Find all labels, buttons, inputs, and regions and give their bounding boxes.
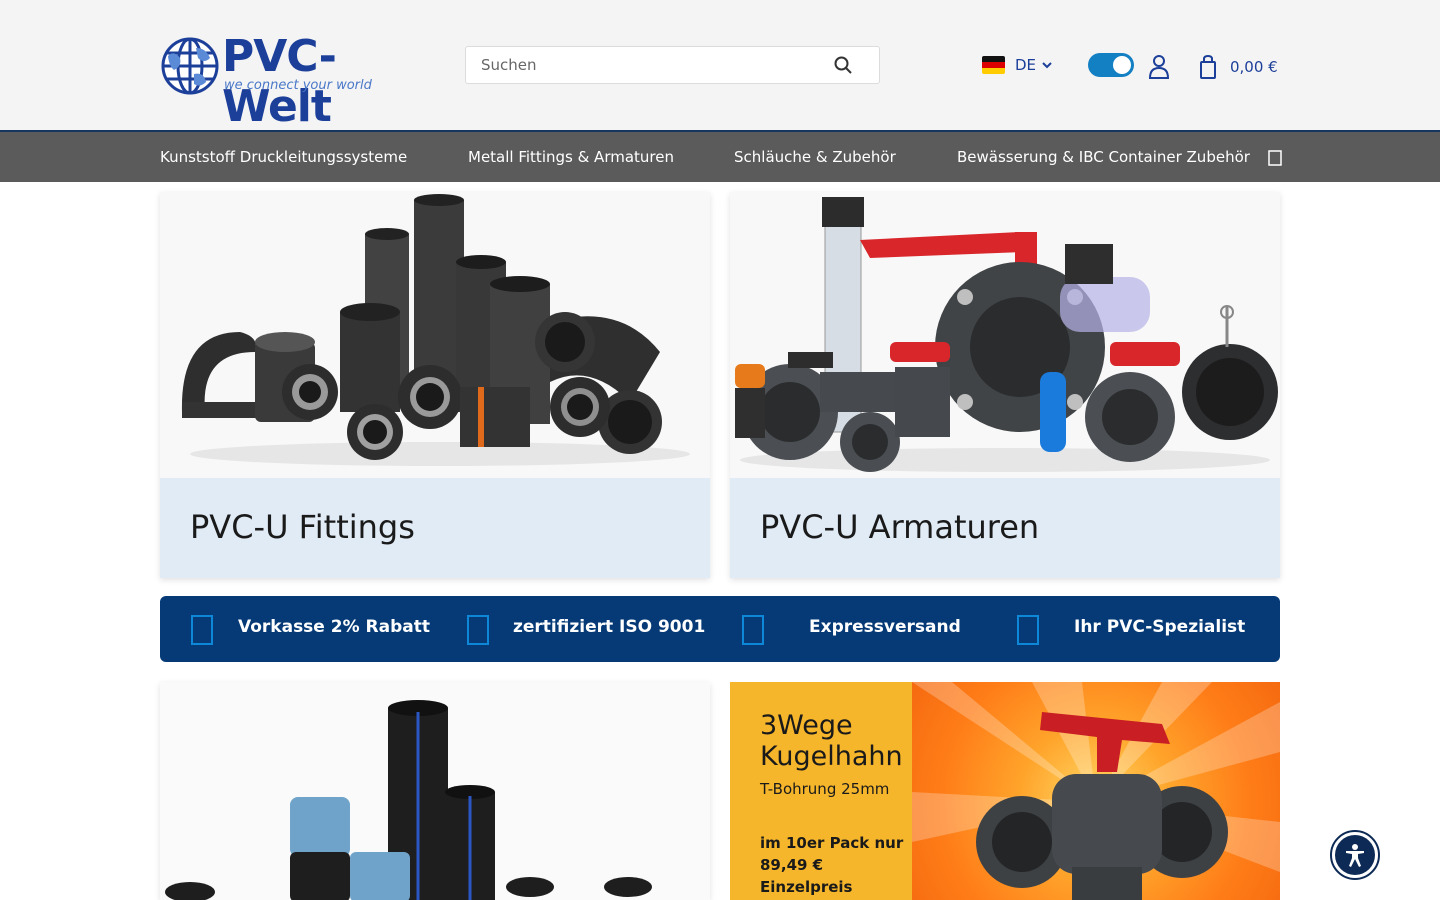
language-code: DE bbox=[1015, 56, 1037, 74]
globe-icon bbox=[161, 37, 219, 95]
accessibility-icon bbox=[1335, 835, 1375, 875]
promo-title: 3Wege Kugelhahn bbox=[760, 710, 903, 772]
truck-icon bbox=[742, 615, 764, 645]
nav-item-kunststoff[interactable]: Kunststoff Druckleitungssysteme bbox=[160, 148, 407, 166]
cart-total: 0,00 € bbox=[1230, 58, 1278, 76]
usp-bar: Vorkasse 2% Rabatt zertifiziert ISO 9001… bbox=[160, 596, 1280, 662]
thumbs-up-icon bbox=[1017, 615, 1039, 645]
valves-product-image bbox=[730, 192, 1280, 478]
search-button[interactable] bbox=[807, 47, 879, 83]
category-card-armaturen[interactable]: PVC-U Armaturen bbox=[730, 192, 1280, 578]
search-icon bbox=[834, 56, 852, 74]
germany-flag-icon bbox=[982, 56, 1005, 74]
nav-item-bewaesserung[interactable]: Bewässerung & IBC Container Zubehör bbox=[957, 148, 1250, 166]
chevron-down-icon[interactable] bbox=[1268, 150, 1282, 166]
promo-price: im 10er Pack nur 89,49 € Einzelpreis bbox=[760, 834, 904, 896]
card-caption: PVC-U Armaturen bbox=[730, 478, 1280, 578]
piggy-bank-icon bbox=[191, 615, 213, 645]
card-caption: PVC-U Fittings bbox=[160, 478, 710, 578]
promo-banner[interactable]: 3Wege Kugelhahn T-Bohrung 25mm im 10er P… bbox=[730, 682, 1280, 900]
certificate-icon bbox=[467, 615, 489, 645]
nav-item-metall[interactable]: Metall Fittings & Armaturen bbox=[468, 148, 674, 166]
accessibility-button[interactable] bbox=[1330, 830, 1380, 880]
toggle-knob bbox=[1113, 56, 1131, 74]
promo-image-panel bbox=[912, 682, 1280, 900]
main-navigation: Kunststoff Druckleitungssysteme Metall F… bbox=[0, 130, 1440, 182]
search-bar bbox=[465, 46, 880, 84]
logo-tagline: we connect your world bbox=[224, 78, 372, 93]
shopping-bag-icon bbox=[1200, 55, 1216, 79]
category-title: PVC-U Armaturen bbox=[760, 508, 1040, 546]
chevron-down-icon bbox=[1042, 62, 1052, 69]
category-card-fittings[interactable]: PVC-U Fittings bbox=[160, 192, 710, 578]
category-card-pe-pipes[interactable] bbox=[160, 682, 710, 900]
usp-label: Ihr PVC-Spezialist bbox=[1074, 617, 1246, 637]
promo-subtitle: T-Bohrung 25mm bbox=[760, 780, 890, 798]
header: PVC-Welt we connect your world DE bbox=[0, 0, 1440, 132]
usp-label: Expressversand bbox=[809, 617, 961, 637]
promo-text-panel: 3Wege Kugelhahn T-Bohrung 25mm im 10er P… bbox=[730, 682, 912, 900]
three-way-valve-image bbox=[912, 682, 1280, 900]
nav-item-schlaeuche[interactable]: Schläuche & Zubehör bbox=[734, 148, 896, 166]
theme-toggle[interactable] bbox=[1088, 53, 1134, 77]
cart-button[interactable]: 0,00 € bbox=[1200, 54, 1278, 80]
usp-label: Vorkasse 2% Rabatt bbox=[238, 617, 430, 637]
language-selector[interactable]: DE bbox=[982, 54, 1052, 76]
usp-label: zertifiziert ISO 9001 bbox=[513, 617, 706, 637]
fittings-product-image bbox=[160, 192, 710, 478]
search-input[interactable] bbox=[466, 47, 826, 83]
user-icon[interactable] bbox=[1148, 54, 1170, 80]
logo[interactable]: PVC-Welt we connect your world bbox=[160, 32, 425, 132]
category-title: PVC-U Fittings bbox=[190, 508, 415, 546]
pe-pipes-product-image bbox=[160, 682, 710, 900]
